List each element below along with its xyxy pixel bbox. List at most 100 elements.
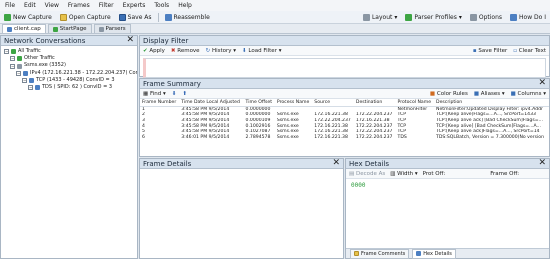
column-header[interactable]: Source	[312, 99, 354, 107]
tab-parsers[interactable]: Parsers	[93, 24, 131, 33]
width-dropdown[interactable]: ▥ Width ▾	[390, 171, 417, 177]
previous-frame-button[interactable]: ⬆	[182, 91, 187, 97]
column-header[interactable]: Time Offset	[243, 99, 275, 107]
process-icon	[17, 63, 22, 69]
table-cell: 0.0000000	[245, 112, 271, 118]
filter-text-area[interactable]	[143, 58, 546, 78]
tab-start-page[interactable]: StartPage	[47, 24, 92, 33]
parser-profiles-icon	[405, 13, 413, 21]
frame-summary-toolbar: ▦ Find ▾ ⬇ ⬆ ■ Color Rules ■ Aliases ▾ ■…	[140, 89, 549, 99]
frame-details-header: Frame Details ✕	[140, 159, 343, 169]
menu-item-help[interactable]: Help	[178, 2, 192, 9]
tree-item[interactable]: − TDS ( SPID: 62 ) ConvID = 3	[4, 84, 134, 91]
expand-toggle-icon[interactable]: −	[10, 56, 15, 62]
decode-as-button[interactable]: ▤ Decode As	[349, 171, 385, 177]
save-icon	[118, 13, 126, 21]
aliases-button[interactable]: ■ Aliases ▾	[474, 91, 505, 97]
menu-item-file[interactable]: File	[5, 2, 15, 9]
how-do-i-button[interactable]: How Do I	[506, 13, 550, 21]
columns-button[interactable]: ■ Columns ▾	[511, 91, 546, 97]
find-button[interactable]: ▦ Find ▾	[143, 91, 166, 97]
tree-item[interactable]: − Ssms.exe (3352)	[4, 62, 134, 69]
expand-toggle-icon[interactable]: −	[28, 85, 33, 91]
frame-details-pane: Frame Details ✕	[139, 158, 344, 259]
expand-toggle-icon[interactable]: −	[10, 63, 15, 69]
close-icon[interactable]: ✕	[538, 79, 546, 88]
table-row[interactable]: 5 3:45:58 PM 9/5/2014 0.1027087 Ssms.exe 172…	[140, 129, 549, 135]
tree-item[interactable]: − TCP (1433 - 49428) ConvID = 3	[4, 77, 134, 84]
menu-item-edit[interactable]: Edit	[24, 2, 36, 9]
parsers-icon	[98, 26, 104, 32]
open-capture-button[interactable]: Open Capture	[56, 13, 115, 21]
clear-text-button[interactable]: ▫ Clear Text	[513, 48, 546, 54]
new-capture-button[interactable]: New Capture	[0, 13, 56, 21]
frame-summary-header: Frame Summary ✕	[140, 79, 549, 89]
tree-item[interactable]: − IPv4 (172.16.221.38 - 172.22.204.237) C…	[4, 69, 137, 77]
network-icon	[23, 70, 28, 76]
close-icon[interactable]: ✕	[538, 159, 546, 168]
tab-hex-details[interactable]: Hex Details	[412, 248, 456, 259]
next-frame-button[interactable]: ⬇	[172, 91, 177, 97]
history-button[interactable]: ↻ History ▾	[206, 48, 236, 54]
column-header[interactable]: Process Name	[274, 99, 313, 107]
table-cell: Ssms.exe	[276, 134, 299, 140]
column-header[interactable]: Description	[434, 99, 549, 107]
network-icon	[17, 56, 22, 62]
tree-item[interactable]: − All Traffic	[4, 48, 134, 55]
folder-icon	[59, 13, 67, 21]
display-filter-toolbar: ✔ Apply ✖ Remove ↻ History ▾ ⬇ Load Filt…	[140, 46, 549, 56]
tree-item-label: Other Traffic	[24, 55, 55, 62]
close-icon[interactable]: ✕	[332, 159, 340, 168]
menu-item-tools[interactable]: Tools	[154, 2, 169, 9]
table-row[interactable]: 2 3:45:58 PM 9/5/2014 0.0000000 Ssms.exe 172…	[140, 112, 549, 118]
frame-off-label: Frame Off:	[490, 170, 520, 177]
apply-button[interactable]: ✔ Apply	[143, 48, 165, 54]
save-as-button[interactable]: Save As	[115, 13, 156, 21]
remove-button[interactable]: ✖ Remove	[171, 48, 200, 54]
load-filter-button[interactable]: ⬇ Load Filter ▾	[242, 48, 281, 54]
column-header[interactable]: Time Date Local Adjusted	[179, 99, 244, 107]
close-icon[interactable]: ✕	[126, 36, 134, 45]
network-conversations-header: Network Conversations ✕	[1, 36, 137, 46]
menu-item-filter[interactable]: Filter	[99, 2, 114, 9]
parser-profiles-button[interactable]: Parser Profiles ▾	[401, 13, 465, 21]
menu-item-view[interactable]: View	[45, 2, 59, 9]
table-cell: 172.16.221.38	[355, 117, 390, 123]
column-header[interactable]: Frame Number	[140, 99, 180, 107]
options-button[interactable]: Options	[466, 13, 506, 21]
save-filter-button[interactable]: ▪ Save Filter	[473, 48, 507, 54]
color-rules-button[interactable]: ■ Color Rules	[430, 91, 468, 97]
history-icon: ↻	[205, 47, 211, 54]
decode-icon: ▤	[349, 170, 355, 177]
hex-data-view[interactable]: 0000	[346, 179, 549, 192]
table-row[interactable]: 3 3:45:58 PM 9/5/2014 0.0000109 Ssms.exe 172…	[140, 118, 549, 124]
display-filter-header: Display Filter	[140, 36, 549, 46]
menu-item-experts[interactable]: Experts	[123, 2, 146, 9]
pane-title: Hex Details	[349, 159, 390, 168]
expand-toggle-icon[interactable]: −	[22, 77, 27, 83]
layout-button[interactable]: Layout ▾	[359, 13, 401, 21]
tab-client-cap[interactable]: client.cap	[2, 24, 46, 33]
hex-details-pane: Hex Details ✕ ▤ Decode As ▥ Width ▾ Prot…	[345, 158, 550, 259]
tree-item-label: IPv4 (172.16.221.38 - 172.22.204.237) Co…	[30, 69, 137, 76]
reassemble-button[interactable]: Reassemble	[161, 13, 214, 21]
table-row[interactable]: 6 3:46:01 PM 9/5/2014 2.7894578 Ssms.exe 172…	[140, 134, 549, 140]
document-tabs: client.cap StartPage Parsers	[0, 24, 550, 34]
capture-file-icon	[7, 26, 12, 32]
expand-toggle-icon[interactable]: −	[16, 70, 21, 76]
table-cell: TCP:[Keep alive ack]Flags=...A..., SrcPo…	[436, 129, 540, 135]
column-header[interactable]: Destination	[353, 99, 396, 107]
frame-table-header: Frame Number Time Date Local Adjusted Time…	[140, 99, 549, 107]
tree-item[interactable]: − Other Traffic	[4, 55, 134, 62]
hex-details-header: Hex Details ✕	[346, 159, 549, 169]
menu-item-frames[interactable]: Frames	[68, 2, 90, 9]
tree-item-label: TDS ( SPID: 62 ) ConvID = 3	[42, 84, 113, 91]
find-icon: ▦	[143, 90, 149, 97]
network-icon	[35, 85, 40, 91]
table-cell: TCP:[Keep alive ack] [Bad CheckSum]Flags…	[436, 117, 543, 123]
tab-frame-comments[interactable]: Frame Comments	[350, 248, 410, 259]
tree-item-label: Ssms.exe (3352)	[24, 62, 66, 69]
network-conversations-pane: Network Conversations ✕ − All Traffic − Oth…	[0, 35, 138, 259]
column-header[interactable]: Protocol Name	[395, 99, 435, 107]
expand-toggle-icon[interactable]: −	[4, 49, 9, 55]
